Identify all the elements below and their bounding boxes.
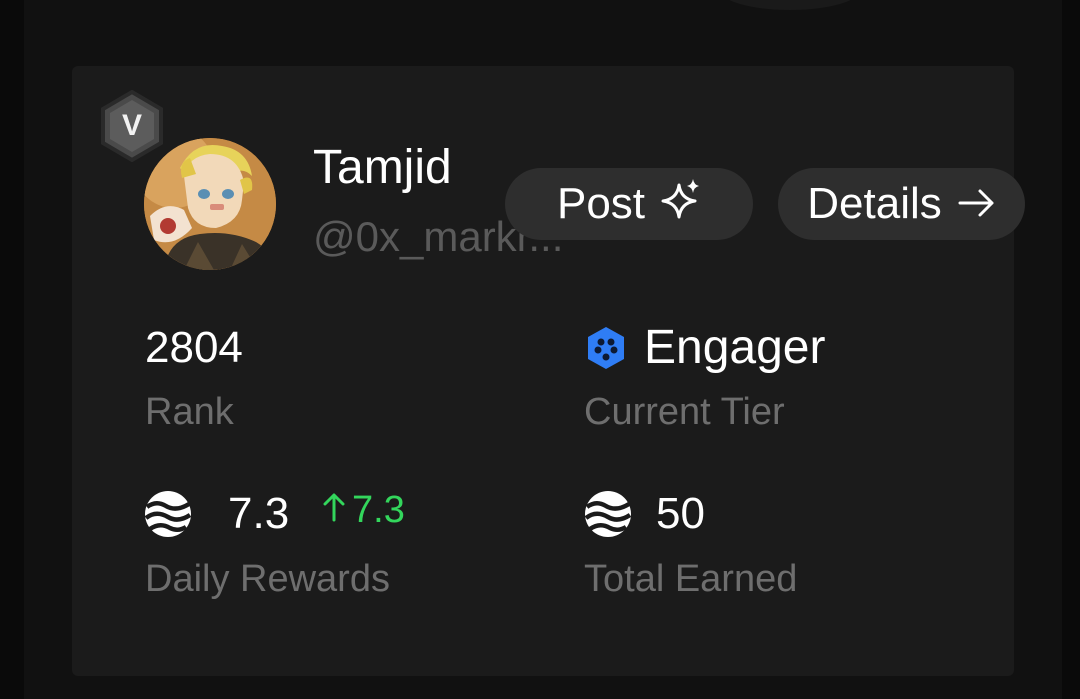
level-badge: V	[100, 89, 164, 163]
token-wave-icon	[584, 490, 632, 538]
hexagon-tier-icon	[586, 326, 626, 370]
sparkles-icon	[661, 177, 701, 232]
rank-value: 2804	[145, 323, 243, 372]
level-badge-letter: V	[121, 109, 142, 142]
rank-label: Rank	[145, 391, 234, 433]
daily-rewards-value: 7.3	[228, 489, 290, 538]
details-button[interactable]: Details	[778, 168, 1025, 240]
total-earned-label: Total Earned	[584, 558, 798, 600]
tier-value: Engager	[644, 321, 826, 374]
arrow-right-icon	[958, 179, 996, 229]
user-name: Tamjid	[313, 141, 452, 194]
daily-rewards-delta: 7.3	[322, 488, 405, 532]
tier-label: Current Tier	[584, 391, 785, 433]
daily-rewards-label: Daily Rewards	[145, 558, 390, 600]
token-wave-icon	[144, 490, 192, 538]
post-button[interactable]: Post	[505, 168, 753, 240]
avatar[interactable]	[144, 138, 276, 270]
total-earned-value: 50	[656, 489, 705, 538]
daily-rewards-delta-value: 7.3	[352, 489, 405, 531]
post-button-label: Post	[556, 179, 646, 228]
arrow-up-icon	[322, 488, 346, 532]
details-button-label: Details	[807, 179, 942, 228]
avatar-image	[144, 138, 276, 270]
